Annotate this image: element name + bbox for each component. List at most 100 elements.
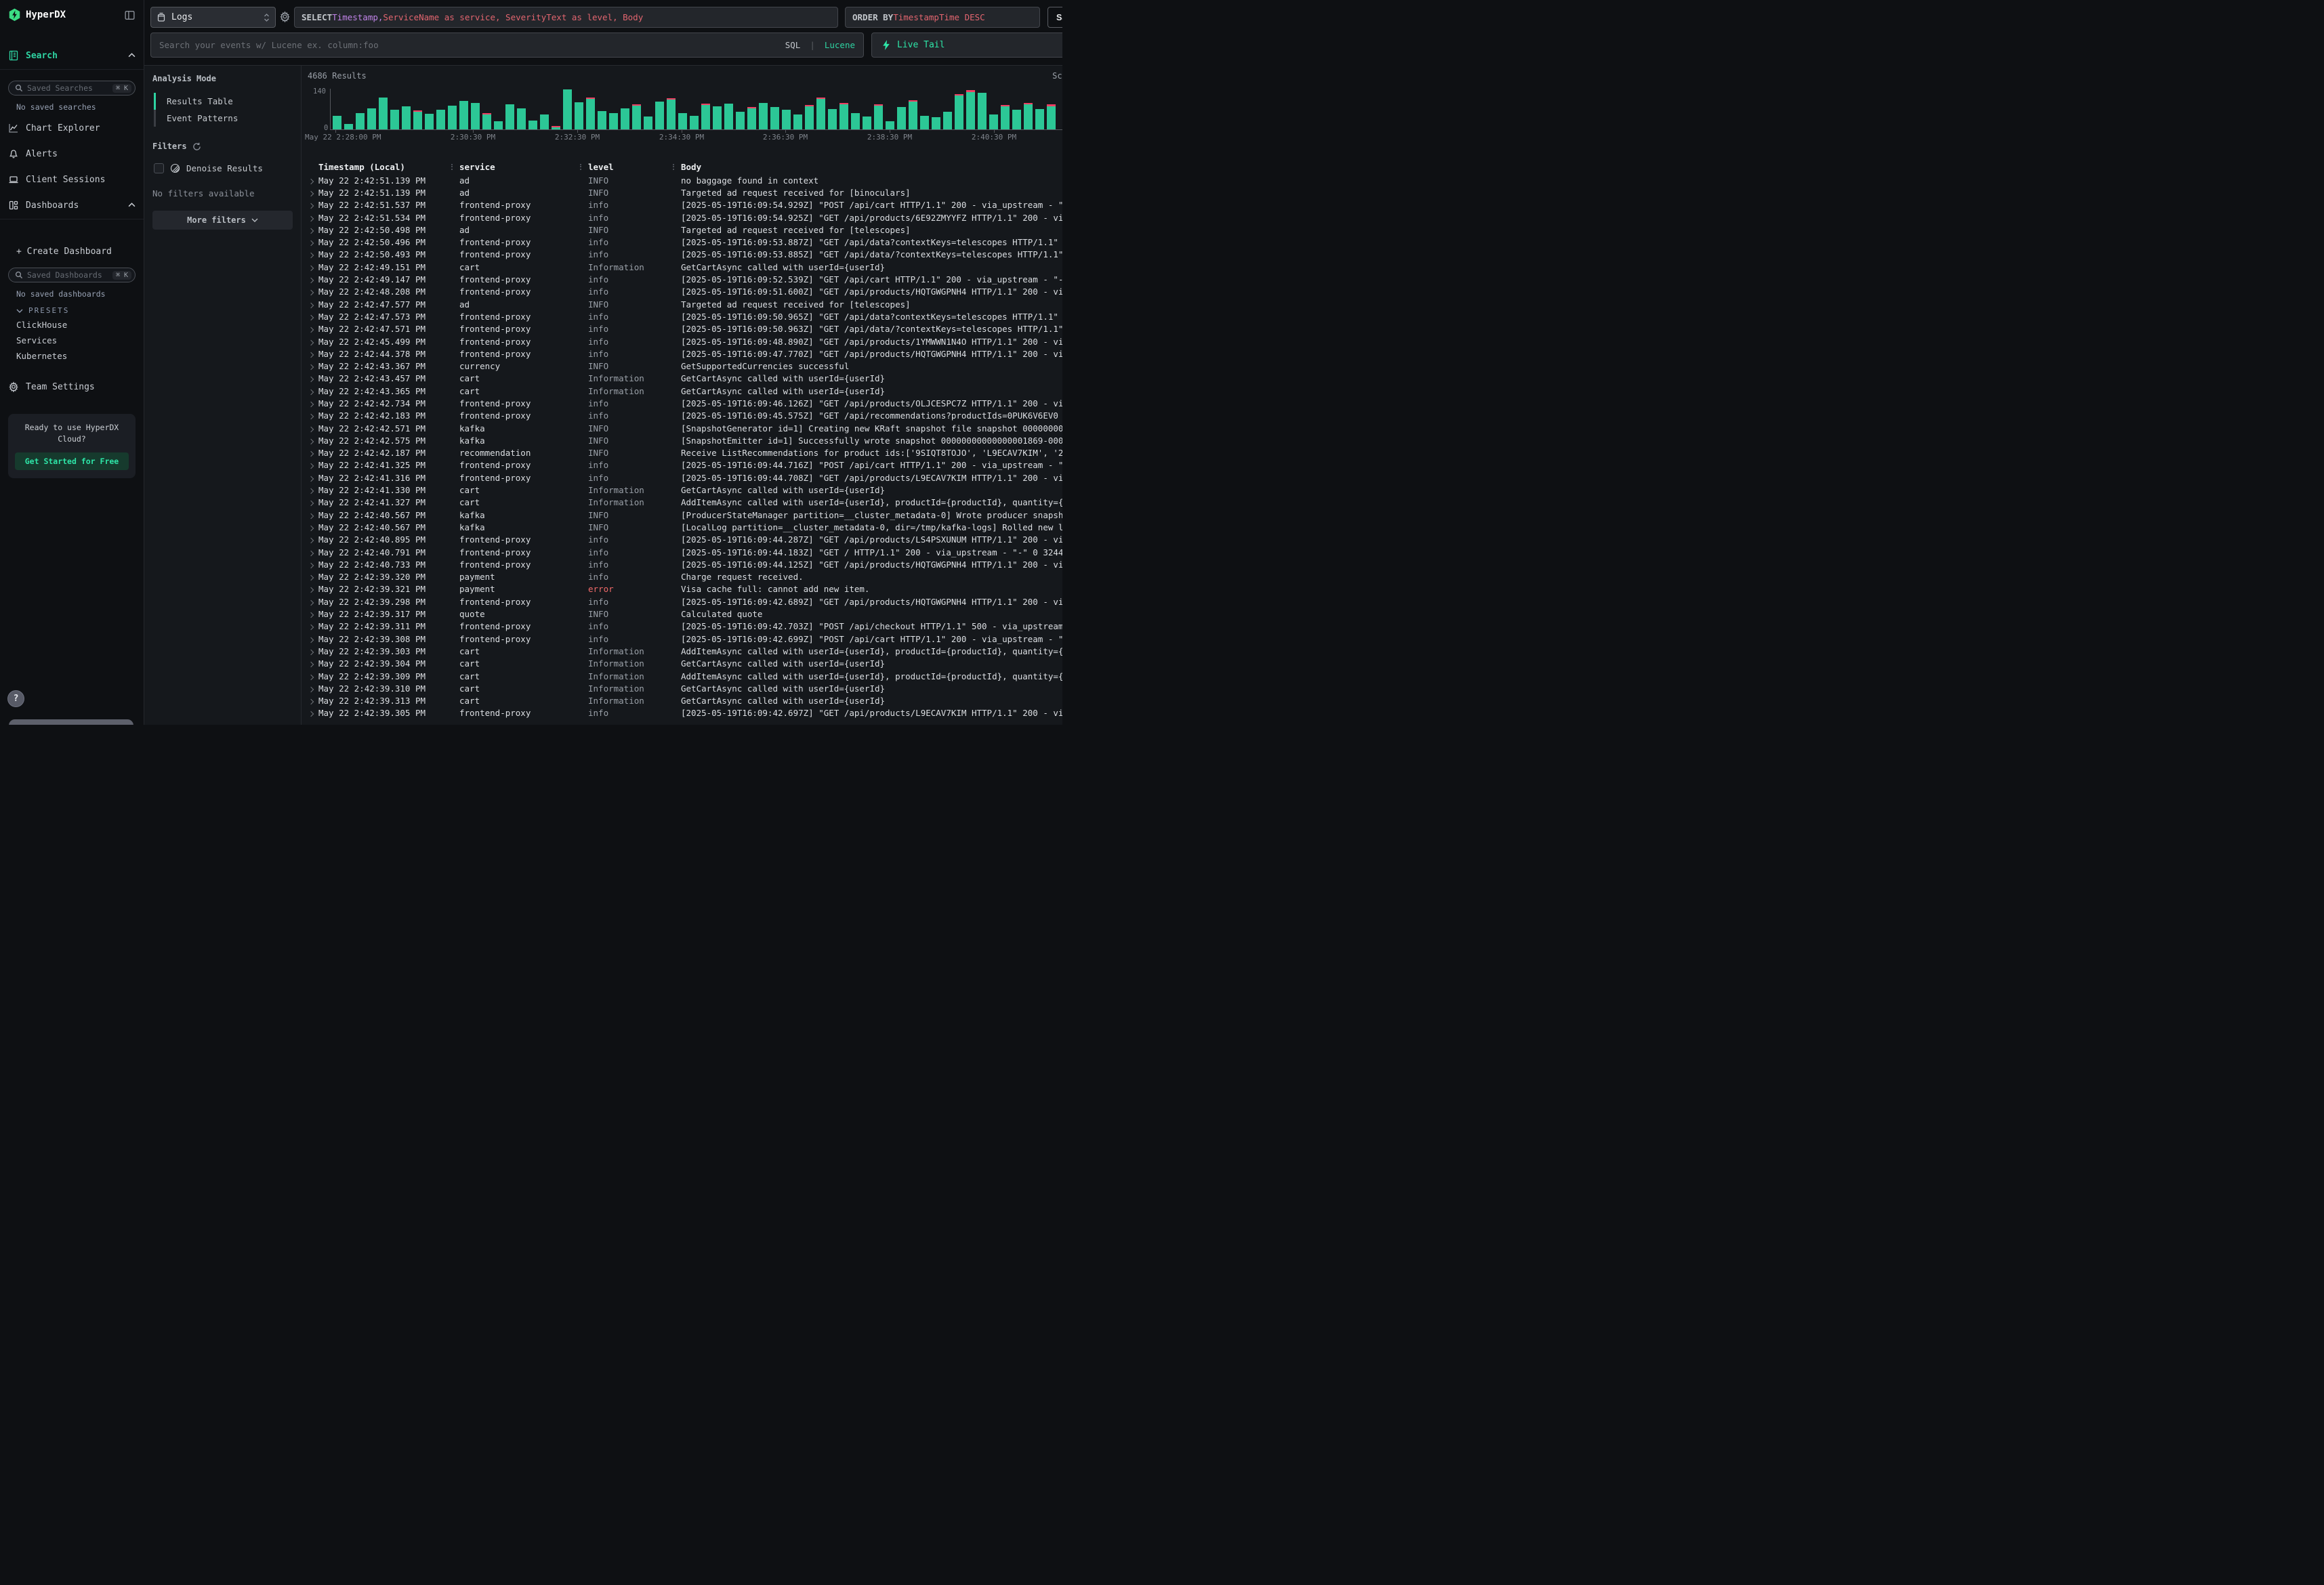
lucene-mode-toggle[interactable]: Lucene xyxy=(825,40,855,50)
sidebar-item-chart-explorer[interactable]: Chart Explorer xyxy=(0,119,144,138)
histogram-bar[interactable] xyxy=(989,114,998,129)
row-expand-chevron-icon[interactable] xyxy=(308,312,318,322)
row-expand-chevron-icon[interactable] xyxy=(308,671,318,681)
sql-mode-toggle[interactable]: SQL xyxy=(785,40,801,50)
row-expand-chevron-icon[interactable] xyxy=(308,634,318,644)
row-expand-chevron-icon[interactable] xyxy=(308,373,318,383)
row-expand-chevron-icon[interactable] xyxy=(308,485,318,495)
histogram-bar[interactable] xyxy=(897,107,906,129)
table-row[interactable]: May 22 2:42:43.457 PMcartInformationGetC… xyxy=(308,373,1062,385)
histogram-bar[interactable] xyxy=(678,113,687,129)
table-row[interactable]: May 22 2:42:39.310 PMcartInformationGetC… xyxy=(308,682,1062,694)
histogram-bar[interactable] xyxy=(333,116,341,129)
histogram-bar[interactable] xyxy=(920,116,929,129)
histogram-bar[interactable] xyxy=(471,103,480,129)
saved-dashboards-search[interactable]: ⌘ K xyxy=(8,268,136,282)
table-row[interactable]: May 22 2:42:39.320 PMpaymentinfoCharge r… xyxy=(308,571,1062,583)
histogram-bar[interactable] xyxy=(367,108,376,130)
sidebar-item-team-settings[interactable]: Team Settings xyxy=(0,377,144,396)
table-row[interactable]: May 22 2:42:41.330 PMcartInformationGetC… xyxy=(308,484,1062,496)
row-expand-chevron-icon[interactable] xyxy=(308,658,318,669)
histogram-bar[interactable] xyxy=(575,102,583,129)
table-row[interactable]: May 22 2:42:43.367 PMcurrencyINFOGetSupp… xyxy=(308,360,1062,372)
histogram-bar[interactable] xyxy=(955,94,963,129)
histogram-bar[interactable] xyxy=(655,102,664,129)
histogram-bar[interactable] xyxy=(690,116,699,129)
row-expand-chevron-icon[interactable] xyxy=(308,683,318,694)
tab-event-patterns[interactable]: Event Patterns xyxy=(156,110,293,127)
sidebar-item-alerts[interactable]: Alerts xyxy=(0,144,144,163)
table-row[interactable]: May 22 2:42:50.496 PMfrontend-proxyinfo[… xyxy=(308,236,1062,248)
row-expand-chevron-icon[interactable] xyxy=(308,534,318,545)
table-row[interactable]: May 22 2:42:39.309 PMcartInformationAddI… xyxy=(308,670,1062,682)
histogram-bar[interactable] xyxy=(1047,104,1056,129)
row-expand-chevron-icon[interactable] xyxy=(308,609,318,619)
table-row[interactable]: May 22 2:42:47.573 PMfrontend-proxyinfo[… xyxy=(308,310,1062,322)
histogram-bar[interactable] xyxy=(505,104,514,129)
event-search-input[interactable] xyxy=(159,40,780,50)
histogram-bar[interactable] xyxy=(448,106,457,129)
table-row[interactable]: May 22 2:42:40.733 PMfrontend-proxyinfo[… xyxy=(308,558,1062,570)
histogram-bar[interactable] xyxy=(459,101,468,129)
row-expand-chevron-icon[interactable] xyxy=(308,324,318,334)
histogram-bars[interactable] xyxy=(330,89,1062,130)
row-expand-chevron-icon[interactable] xyxy=(308,708,318,718)
histogram-bar[interactable] xyxy=(828,109,837,129)
table-row[interactable]: May 22 2:42:39.317 PMquoteINFOCalculated… xyxy=(308,608,1062,620)
sidebar-item-dashboards[interactable]: Dashboards xyxy=(0,196,144,215)
row-expand-chevron-icon[interactable] xyxy=(308,448,318,458)
row-expand-chevron-icon[interactable] xyxy=(308,337,318,347)
histogram-bar[interactable] xyxy=(839,103,848,129)
histogram-bar[interactable] xyxy=(644,117,652,129)
histogram-bar[interactable] xyxy=(344,124,353,129)
row-expand-chevron-icon[interactable] xyxy=(308,386,318,396)
sidebar-preset-item[interactable]: Services xyxy=(0,333,144,348)
row-expand-chevron-icon[interactable] xyxy=(308,287,318,297)
table-row[interactable]: May 22 2:42:51.537 PMfrontend-proxyinfo[… xyxy=(308,199,1062,211)
histogram-bar[interactable] xyxy=(770,107,779,129)
table-row[interactable]: May 22 2:42:42.187 PMrecommendationINFOR… xyxy=(308,447,1062,459)
sidebar-item-search[interactable]: Search xyxy=(0,46,144,65)
row-expand-chevron-icon[interactable] xyxy=(308,274,318,284)
histogram-bar[interactable] xyxy=(1001,105,1010,129)
saved-dashboards-input[interactable] xyxy=(27,270,108,280)
table-row[interactable]: May 22 2:42:39.321 PMpaymenterrorVisa ca… xyxy=(308,583,1062,595)
histogram-bar[interactable] xyxy=(1024,103,1033,129)
create-dashboard-button[interactable]: + Create Dashboard xyxy=(0,242,144,261)
table-row[interactable]: May 22 2:42:51.139 PMadINFOTargeted ad r… xyxy=(308,186,1062,198)
histogram-bar[interactable] xyxy=(425,114,434,129)
table-row[interactable]: May 22 2:42:40.567 PMkafkaINFO[ProducerS… xyxy=(308,509,1062,521)
row-expand-chevron-icon[interactable] xyxy=(308,175,318,186)
table-row[interactable]: May 22 2:42:47.577 PMadINFOTargeted ad r… xyxy=(308,298,1062,310)
refresh-icon[interactable] xyxy=(192,142,201,151)
table-row[interactable]: May 22 2:42:51.139 PMadINFOno baggage fo… xyxy=(308,174,1062,186)
table-row[interactable]: May 22 2:42:49.151 PMcartInformationGetC… xyxy=(308,261,1062,273)
histogram-bar[interactable] xyxy=(874,104,883,129)
histogram-bar[interactable] xyxy=(356,113,365,129)
row-expand-chevron-icon[interactable] xyxy=(308,547,318,557)
table-row[interactable]: May 22 2:42:47.571 PMfrontend-proxyinfo[… xyxy=(308,323,1062,335)
table-row[interactable]: May 22 2:42:39.308 PMfrontend-proxyinfo[… xyxy=(308,633,1062,645)
live-tail-button[interactable]: Live Tail xyxy=(871,33,1062,58)
get-started-button[interactable]: Get Started for Free xyxy=(15,452,129,470)
row-expand-chevron-icon[interactable] xyxy=(308,398,318,408)
table-row[interactable]: May 22 2:42:42.183 PMfrontend-proxyinfo[… xyxy=(308,410,1062,422)
table-row[interactable]: May 22 2:42:39.311 PMfrontend-proxyinfo[… xyxy=(308,620,1062,633)
row-expand-chevron-icon[interactable] xyxy=(308,188,318,198)
row-expand-chevron-icon[interactable] xyxy=(308,349,318,359)
row-expand-chevron-icon[interactable] xyxy=(308,410,318,421)
histogram-bar[interactable] xyxy=(379,98,388,129)
histogram-bar[interactable] xyxy=(1035,109,1044,129)
histogram-bar[interactable] xyxy=(701,104,710,129)
table-row[interactable]: May 22 2:42:49.147 PMfrontend-proxyinfo[… xyxy=(308,273,1062,285)
table-row[interactable]: May 22 2:42:40.791 PMfrontend-proxyinfo[… xyxy=(308,546,1062,558)
row-expand-chevron-icon[interactable] xyxy=(308,200,318,210)
histogram-bar[interactable] xyxy=(793,114,802,129)
histogram-bar[interactable] xyxy=(402,106,411,129)
histogram-bar[interactable] xyxy=(436,110,445,129)
table-row[interactable]: May 22 2:42:42.734 PMfrontend-proxyinfo[… xyxy=(308,397,1062,409)
histogram-bar[interactable] xyxy=(528,121,537,129)
table-row[interactable]: May 22 2:42:42.575 PMkafkaINFO[SnapshotE… xyxy=(308,434,1062,446)
table-row[interactable]: May 22 2:42:43.365 PMcartInformationGetC… xyxy=(308,385,1062,397)
table-row[interactable]: May 22 2:42:41.316 PMfrontend-proxyinfo[… xyxy=(308,471,1062,484)
